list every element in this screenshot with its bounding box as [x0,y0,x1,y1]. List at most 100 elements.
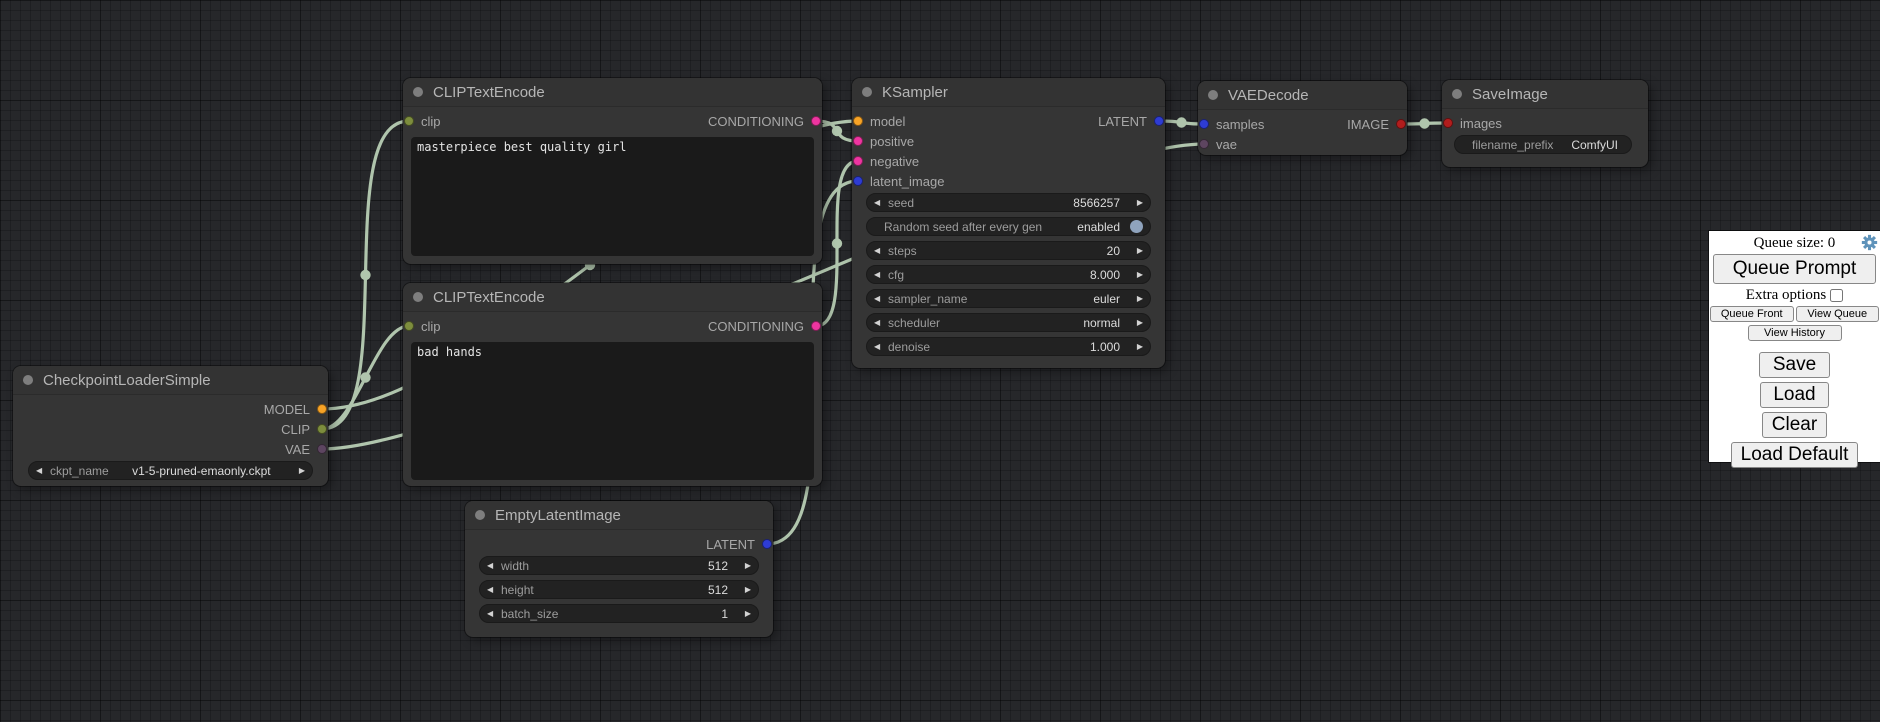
input-label: samples [1216,117,1264,132]
cfg-widget[interactable]: ◀ cfg 8.000 ▶ [866,265,1151,284]
decrement-arrow-icon[interactable]: ◀ [487,580,498,599]
latent-output-port[interactable] [762,539,772,549]
queue-size-label: Queue size: 0 [1754,235,1836,251]
decrement-arrow-icon[interactable]: ◀ [874,313,885,332]
extra-options-checkbox[interactable] [1830,289,1843,302]
increment-arrow-icon[interactable]: ▶ [740,580,751,599]
model-output-port[interactable] [317,404,327,414]
view-history-button[interactable]: View History [1748,325,1842,341]
collapse-dot-icon[interactable] [413,87,423,97]
input-label: positive [870,134,914,149]
positive-prompt-textarea[interactable]: masterpiece best quality girl [411,137,814,256]
increment-arrow-icon[interactable]: ▶ [294,461,305,480]
save-button[interactable]: Save [1759,352,1830,378]
node-title-bar[interactable]: CLIPTextEncode [403,283,822,312]
output-label: LATENT [706,537,755,552]
model-input-port[interactable] [853,116,863,126]
collapse-dot-icon[interactable] [413,292,423,302]
vae-input-port[interactable] [1199,139,1209,149]
queue-front-button[interactable]: Queue Front [1710,306,1794,322]
clip-input-port[interactable] [404,321,414,331]
view-queue-button[interactable]: View Queue [1796,306,1880,322]
latent-output-port[interactable] [1154,116,1164,126]
widget-name: filename_prefix [1472,138,1553,152]
node-title-bar[interactable]: SaveImage [1442,80,1648,109]
conditioning-output-port[interactable] [811,321,821,331]
node-cliptextencode-positive[interactable]: CLIPTextEncode clip CONDITIONING masterp… [403,78,822,264]
input-label: latent_image [870,174,944,189]
widget-name: ckpt_name [50,464,109,478]
vae-output-port[interactable] [317,444,327,454]
node-title-bar[interactable]: EmptyLatentImage [465,501,773,530]
settings-gear-icon[interactable] [1861,234,1878,251]
denoise-widget[interactable]: ◀ denoise 1.000 ▶ [866,337,1151,356]
node-vaedecode[interactable]: VAEDecode samples IMAGE vae [1198,81,1407,155]
decrement-arrow-icon[interactable]: ◀ [874,265,885,284]
node-title-bar[interactable]: KSampler [852,78,1165,107]
increment-arrow-icon[interactable]: ▶ [1132,265,1143,284]
load-default-button[interactable]: Load Default [1731,442,1859,468]
increment-arrow-icon[interactable]: ▶ [1132,313,1143,332]
sampler-name-widget[interactable]: ◀ sampler_name euler ▶ [866,289,1151,308]
positive-input-port[interactable] [853,136,863,146]
decrement-arrow-icon[interactable]: ◀ [487,604,498,623]
collapse-dot-icon[interactable] [862,87,872,97]
clip-output-port[interactable] [317,424,327,434]
decrement-arrow-icon[interactable]: ◀ [874,337,885,356]
toggle-enabled-icon[interactable] [1130,220,1143,233]
decrement-arrow-icon[interactable]: ◀ [487,556,498,575]
input-label: vae [1216,137,1237,152]
filename-prefix-widget[interactable]: filename_prefix ComfyUI [1454,135,1632,154]
decrement-arrow-icon[interactable]: ◀ [874,193,885,212]
images-input-port[interactable] [1443,118,1453,128]
decrement-arrow-icon[interactable]: ◀ [36,461,47,480]
width-widget[interactable]: ◀ width 512 ▶ [479,556,759,575]
extra-options-label: Extra options [1746,287,1826,304]
collapse-dot-icon[interactable] [23,375,33,385]
node-checkpointloadersimple[interactable]: CheckpointLoaderSimple MODEL CLIP VAE ◀ [13,366,328,486]
input-label: clip [421,319,441,334]
load-button[interactable]: Load [1760,382,1828,408]
node-cliptextencode-negative[interactable]: CLIPTextEncode clip CONDITIONING bad han… [403,283,822,486]
node-emptylatentimage[interactable]: EmptyLatentImage LATENT ◀ width 512 ▶ ◀ … [465,501,773,637]
image-output-port[interactable] [1396,119,1406,129]
decrement-arrow-icon[interactable]: ◀ [874,289,885,308]
ckpt-name-widget[interactable]: ◀ ckpt_name v1-5-pruned-emaonly.ckpt ▶ [28,461,313,480]
samples-input-port[interactable] [1199,119,1209,129]
clear-button[interactable]: Clear [1762,412,1827,438]
collapse-dot-icon[interactable] [1452,89,1462,99]
node-title-bar[interactable]: VAEDecode [1198,81,1407,110]
collapse-dot-icon[interactable] [475,510,485,520]
increment-arrow-icon[interactable]: ▶ [740,604,751,623]
input-label: model [870,114,905,129]
negative-prompt-textarea[interactable]: bad hands [411,342,814,480]
widget-value: euler [1093,292,1120,306]
node-title-bar[interactable]: CheckpointLoaderSimple [13,366,328,395]
increment-arrow-icon[interactable]: ▶ [740,556,751,575]
negative-input-port[interactable] [853,156,863,166]
widget-value: normal [1083,316,1120,330]
random-seed-toggle-widget[interactable]: Random seed after every gen enabled [866,217,1151,236]
node-graph-canvas[interactable]: CheckpointLoaderSimple MODEL CLIP VAE ◀ [0,0,1880,722]
decrement-arrow-icon[interactable]: ◀ [874,241,885,260]
increment-arrow-icon[interactable]: ▶ [1132,337,1143,356]
widget-name: sampler_name [888,292,967,306]
increment-arrow-icon[interactable]: ▶ [1132,193,1143,212]
increment-arrow-icon[interactable]: ▶ [1132,289,1143,308]
increment-arrow-icon[interactable]: ▶ [1132,241,1143,260]
conditioning-output-port[interactable] [811,116,821,126]
seed-widget[interactable]: ◀ seed 8566257 ▶ [866,193,1151,212]
collapse-dot-icon[interactable] [1208,90,1218,100]
steps-widget[interactable]: ◀ steps 20 ▶ [866,241,1151,260]
node-title: EmptyLatentImage [495,507,621,524]
widget-name: scheduler [888,316,940,330]
batch-size-widget[interactable]: ◀ batch_size 1 ▶ [479,604,759,623]
latent-image-input-port[interactable] [853,176,863,186]
queue-prompt-button[interactable]: Queue Prompt [1713,254,1876,284]
node-saveimage[interactable]: SaveImage images filename_prefix ComfyUI [1442,80,1648,167]
node-ksampler[interactable]: KSampler model LATENT positive negative … [852,78,1165,368]
height-widget[interactable]: ◀ height 512 ▶ [479,580,759,599]
scheduler-widget[interactable]: ◀ scheduler normal ▶ [866,313,1151,332]
clip-input-port[interactable] [404,116,414,126]
node-title-bar[interactable]: CLIPTextEncode [403,78,822,107]
